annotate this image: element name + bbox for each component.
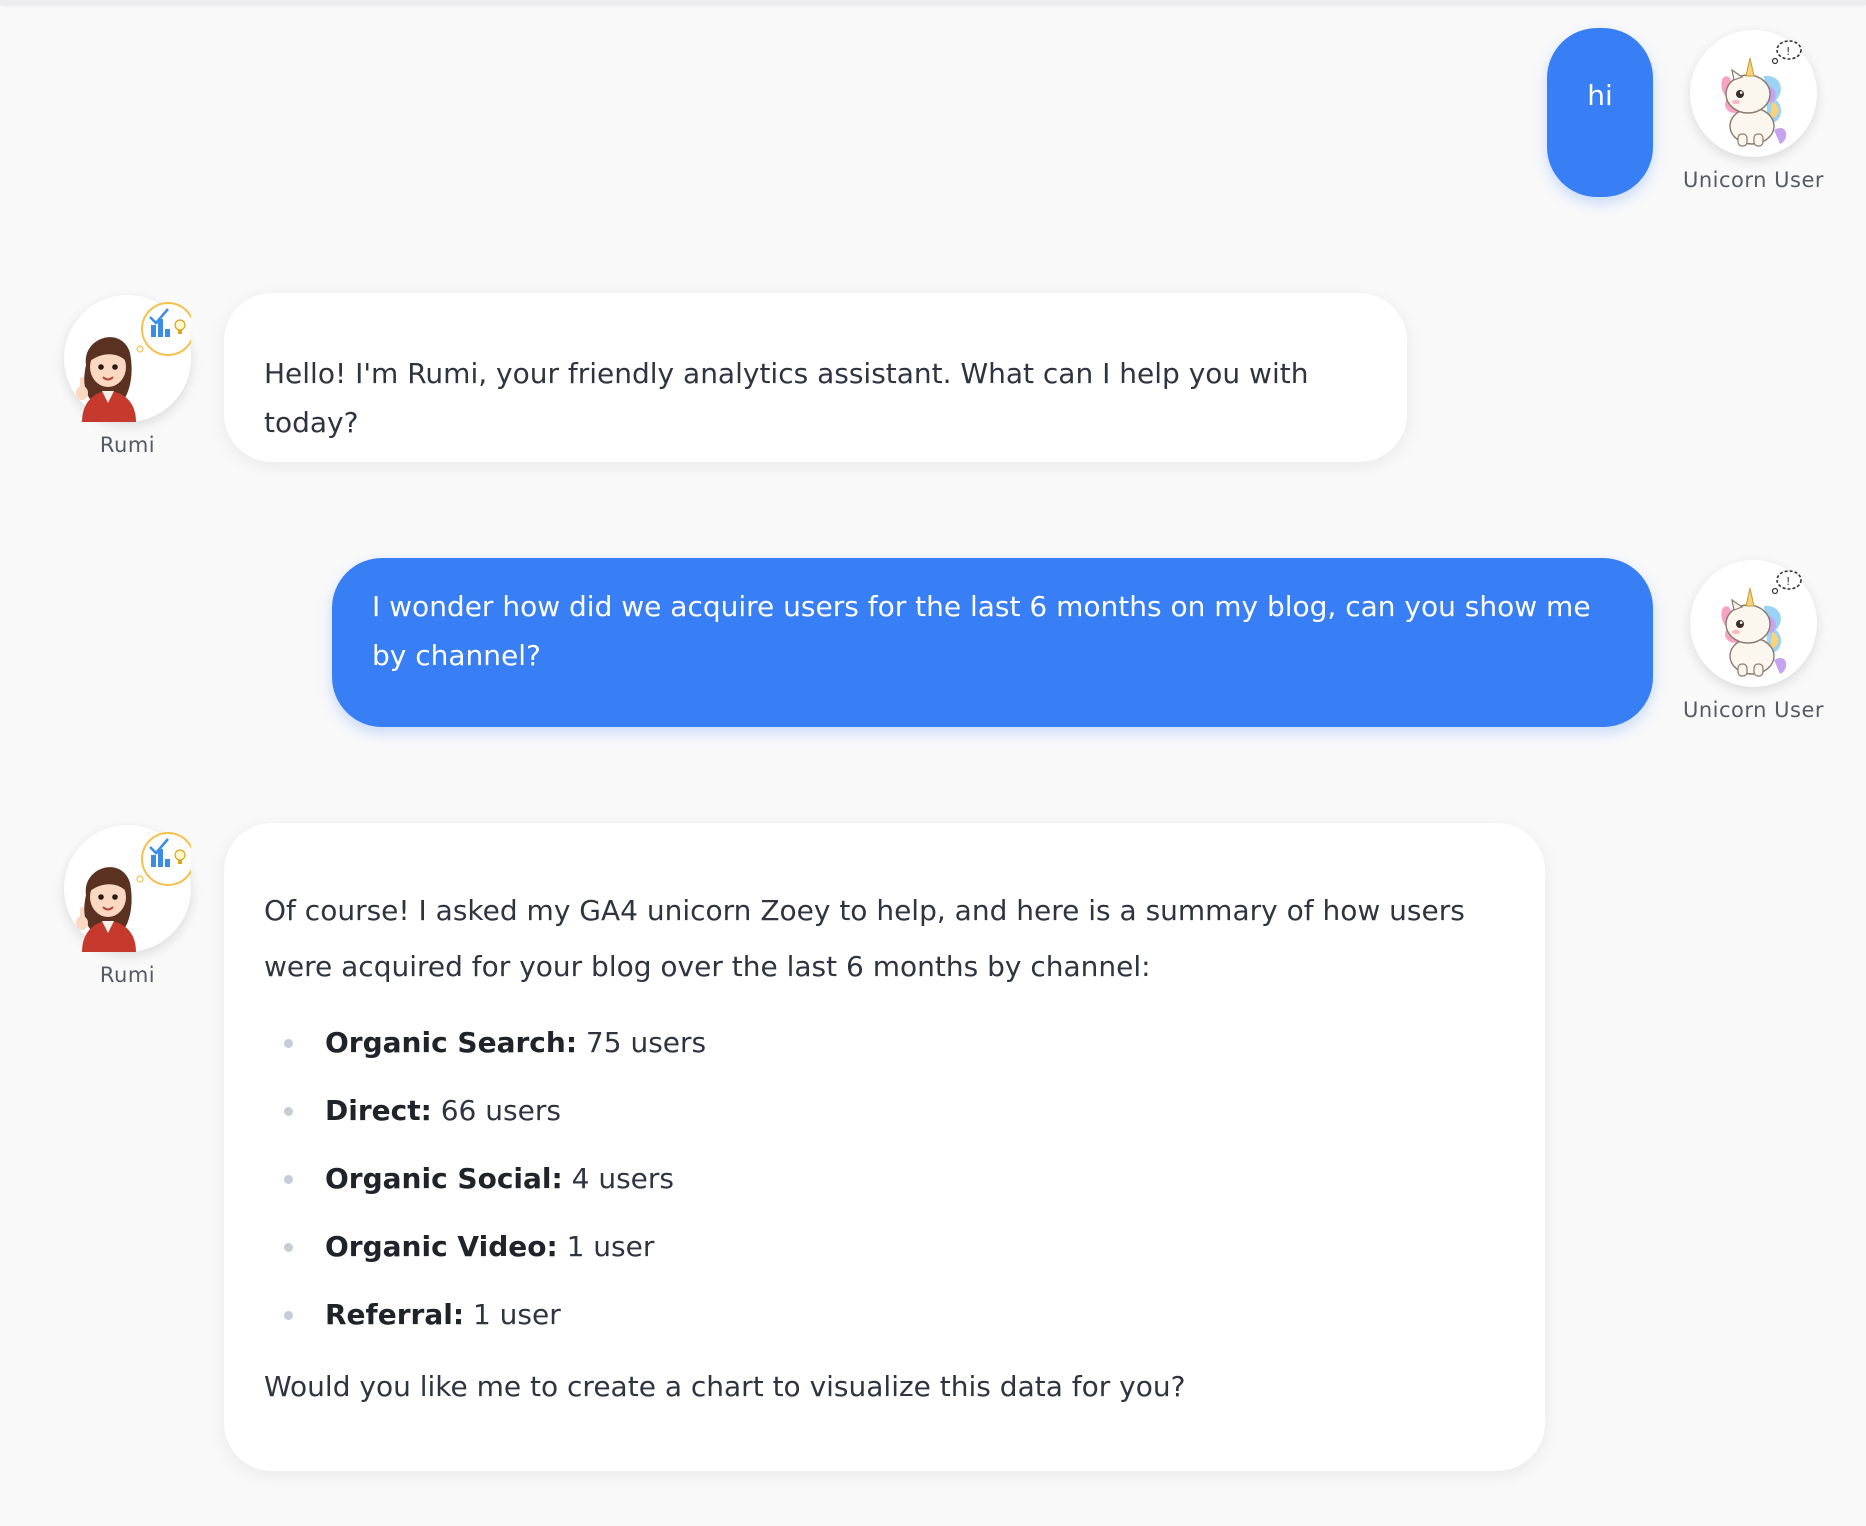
avatar-name: Unicorn User (1682, 168, 1825, 192)
message-text: I wonder how did we acquire users for th… (372, 590, 1591, 672)
unicorn-icon: ! (1721, 40, 1802, 147)
message-closing: Would you like me to create a chart to v… (264, 1370, 1186, 1403)
unicorn-avatar-icon: ! (1690, 560, 1817, 687)
avatar-name: Rumi (99, 433, 156, 457)
svg-text:!: ! (1786, 575, 1790, 588)
analyst-icon (76, 302, 191, 422)
message-text: hi (1587, 79, 1613, 112)
svg-text:!: ! (1786, 45, 1790, 58)
channel-list: Organic Search: 75 users Direct: 66 user… (264, 1009, 1505, 1349)
user-message-bubble: hi (1547, 28, 1653, 197)
unicorn-icon: ! (1721, 570, 1802, 677)
rumi-avatar-icon (64, 295, 191, 422)
channel-label: Direct: (325, 1094, 432, 1127)
channel-value: 66 users (440, 1094, 561, 1127)
user-message-bubble: I wonder how did we acquire users for th… (332, 558, 1653, 727)
analyst-icon (76, 832, 191, 952)
bot-message-bubble: Of course! I asked my GA4 unicorn Zoey t… (224, 823, 1545, 1471)
list-item: Referral: 1 user (284, 1281, 1505, 1349)
message-intro: Of course! I asked my GA4 unicorn Zoey t… (264, 894, 1465, 983)
channel-value: 75 users (585, 1026, 707, 1059)
list-item: Direct: 66 users (284, 1077, 1505, 1145)
bot-message-bubble: Hello! I'm Rumi, your friendly analytics… (224, 293, 1407, 462)
rumi-avatar-icon (64, 825, 191, 952)
channel-value: 1 user (472, 1298, 561, 1331)
avatar-name: Unicorn User (1682, 698, 1825, 722)
bullet-icon (284, 1311, 293, 1320)
list-item: Organic Search: 75 users (284, 1009, 1505, 1077)
bullet-icon (284, 1039, 293, 1048)
channel-label: Organic Search: (325, 1026, 578, 1059)
message-text: Hello! I'm Rumi, your friendly analytics… (264, 357, 1309, 439)
channel-value: 4 users (571, 1162, 674, 1195)
chat-thread[interactable]: hi ! Unicorn User Rumi Hello! I'm Rumi, … (0, 0, 1866, 1526)
avatar-name: Rumi (99, 963, 156, 987)
channel-value: 1 user (566, 1230, 655, 1263)
list-item: Organic Video: 1 user (284, 1213, 1505, 1281)
channel-label: Organic Social: (325, 1162, 563, 1195)
channel-label: Referral: (325, 1298, 465, 1331)
unicorn-avatar-icon: ! (1690, 30, 1817, 157)
bullet-icon (284, 1243, 293, 1252)
list-item: Organic Social: 4 users (284, 1145, 1505, 1213)
channel-label: Organic Video: (325, 1230, 558, 1263)
bullet-icon (284, 1175, 293, 1184)
bullet-icon (284, 1107, 293, 1116)
